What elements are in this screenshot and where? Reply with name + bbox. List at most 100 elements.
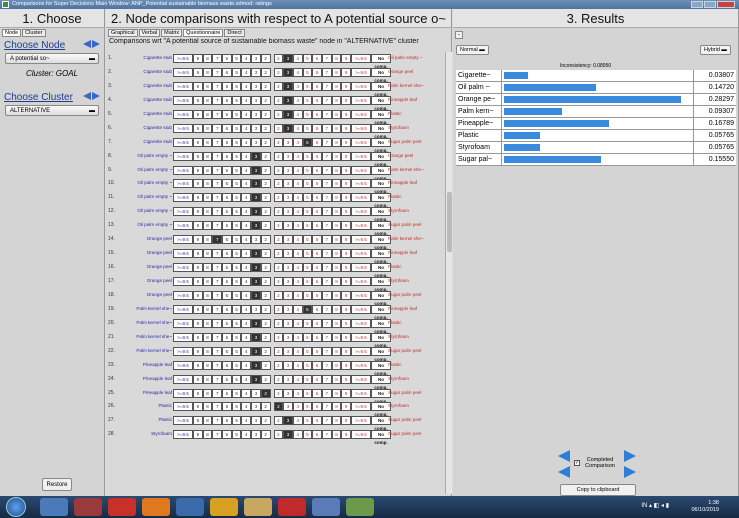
node-dropdown[interactable]: A potential so~ ▬ xyxy=(5,53,99,64)
scale-cell-left[interactable]: 8 xyxy=(202,304,213,314)
scale-cell-left[interactable]: 9 xyxy=(193,318,203,328)
taskbar-app-icon[interactable] xyxy=(74,498,102,516)
scale-cell-left[interactable]: 7 xyxy=(212,221,223,231)
scale-cell-right[interactable]: 3 xyxy=(283,402,293,412)
scale-cell-right[interactable]: 6 xyxy=(312,263,322,273)
scale-cell-right[interactable]: >=9.5 xyxy=(351,221,371,231)
scale-cell-left[interactable]: 3 xyxy=(251,81,261,91)
scale-cell-left[interactable]: 6 xyxy=(222,360,232,370)
scale-cell-right[interactable]: 9 xyxy=(341,318,351,328)
scale-cell-right[interactable]: 7 xyxy=(321,123,332,133)
scale-cell-right[interactable]: 3 xyxy=(283,67,293,77)
scale-cell-left[interactable]: 3 xyxy=(251,290,261,300)
scale-cell-right[interactable]: 5 xyxy=(302,207,313,217)
scale-cell-left[interactable]: 2 xyxy=(260,304,271,314)
scale-cell-right[interactable]: >=9.5 xyxy=(351,81,371,91)
scale-cell-left[interactable]: >=9.5 xyxy=(173,151,193,161)
scale-cell-left[interactable]: 7 xyxy=(212,332,223,342)
scale-cell-left[interactable]: 5 xyxy=(231,374,242,384)
scale-cell-left[interactable]: 8 xyxy=(202,249,213,259)
scale-cell-right[interactable]: 9 xyxy=(341,346,351,356)
scale-cell-right[interactable]: 2 xyxy=(273,235,284,245)
scale-cell-left[interactable]: 4 xyxy=(241,416,252,426)
scale-cell-left[interactable]: 6 xyxy=(222,277,232,286)
scale-cell-right[interactable]: 3 xyxy=(283,193,293,203)
scale-cell-left[interactable]: 3 xyxy=(251,95,261,105)
scale-cell-right[interactable]: 8 xyxy=(331,277,342,286)
scale-cell-left[interactable]: 7 xyxy=(212,263,223,273)
scale-cell-right[interactable]: 2 xyxy=(273,249,284,259)
scale-cell-left[interactable]: 3 xyxy=(251,402,261,412)
scale-cell-left[interactable]: >=9.5 xyxy=(173,346,193,356)
scale-cell-left[interactable]: 2 xyxy=(260,207,271,217)
scale-cell-right[interactable]: 4 xyxy=(292,402,303,412)
scale-cell-right[interactable]: 3 xyxy=(283,416,293,426)
scale-cell-right[interactable]: 7 xyxy=(321,360,332,370)
scale-cell-right[interactable]: 9 xyxy=(341,304,351,314)
scale-cell-right[interactable]: >=9.5 xyxy=(351,388,371,398)
scale-cell-left[interactable]: 2 xyxy=(260,360,271,370)
scale-cell-right[interactable]: 6 xyxy=(312,179,322,189)
scale-cell-right[interactable]: >=9.5 xyxy=(351,193,371,203)
scale-cell-right[interactable]: 7 xyxy=(321,137,332,147)
scale-cell-left[interactable]: 4 xyxy=(241,332,252,342)
scale-cell-right[interactable]: 7 xyxy=(321,290,332,300)
scale-cell-right[interactable]: 7 xyxy=(321,277,332,286)
scale-cell-right[interactable]: 2 xyxy=(273,165,284,175)
scale-cell-right[interactable]: 8 xyxy=(331,430,342,440)
scale-cell-left[interactable]: 3 xyxy=(251,416,261,426)
copy-to-clipboard-button[interactable]: Copy to clipboard xyxy=(560,484,636,496)
scale-cell-left[interactable]: >=9.5 xyxy=(173,332,193,342)
scale-cell-right[interactable]: 8 xyxy=(331,332,342,342)
scale-cell-left[interactable]: 5 xyxy=(231,235,242,245)
scale-cell-right[interactable]: 4 xyxy=(292,388,303,398)
scale-cell-left[interactable]: 5 xyxy=(231,67,242,77)
scale-cell-left[interactable]: 2 xyxy=(260,123,271,133)
scale-cell-left[interactable]: 7 xyxy=(212,360,223,370)
scale-cell-left[interactable]: 3 xyxy=(251,430,261,440)
taskbar-folder-icon[interactable] xyxy=(244,498,272,516)
scale-cell-left[interactable]: 6 xyxy=(222,123,232,133)
scale-cell-left[interactable]: 6 xyxy=(222,332,232,342)
scale-cell-right[interactable]: 7 xyxy=(321,179,332,189)
scale-cell-right[interactable]: 8 xyxy=(331,263,342,273)
scale-cell-right[interactable]: 9 xyxy=(341,374,351,384)
scale-cell-left[interactable]: 4 xyxy=(241,221,252,231)
scale-cell-left[interactable]: 5 xyxy=(231,151,242,161)
arrow-left-icon[interactable] xyxy=(83,40,91,48)
scale-cell-left[interactable]: 6 xyxy=(222,374,232,384)
scale-cell-right[interactable]: 6 xyxy=(312,290,322,300)
scale-cell-right[interactable]: 3 xyxy=(283,360,293,370)
scale-cell-left[interactable]: 2 xyxy=(260,235,271,245)
scale-cell-right[interactable]: 5 xyxy=(302,318,313,328)
scale-cell-right[interactable]: 8 xyxy=(331,109,342,119)
scale-cell-left[interactable]: 2 xyxy=(260,318,271,328)
taskbar-network-icon[interactable] xyxy=(312,498,340,516)
scale-cell-left[interactable]: 9 xyxy=(193,332,203,342)
scale-cell-right[interactable]: 4 xyxy=(292,123,303,133)
taskbar-pdf-icon[interactable] xyxy=(108,498,136,516)
scale-cell-right[interactable]: 2 xyxy=(273,277,284,286)
scale-cell-left[interactable]: 6 xyxy=(222,318,232,328)
scale-cell-right[interactable]: 6 xyxy=(312,318,322,328)
scale-cell-right[interactable]: 5 xyxy=(302,165,313,175)
scale-cell-right[interactable]: >=9.5 xyxy=(351,109,371,119)
scale-cell-right[interactable]: 4 xyxy=(292,54,303,63)
scale-cell-right[interactable]: 9 xyxy=(341,193,351,203)
scale-cell-left[interactable]: 3 xyxy=(251,67,261,77)
scale-cell-left[interactable]: 9 xyxy=(193,81,203,91)
scale-cell-right[interactable]: 8 xyxy=(331,318,342,328)
scale-cell-left[interactable]: 2 xyxy=(260,179,271,189)
scale-cell-right[interactable]: 4 xyxy=(292,179,303,189)
scale-cell-left[interactable]: 5 xyxy=(231,165,242,175)
scale-cell-right[interactable]: >=9.5 xyxy=(351,402,371,412)
normal-mode-dropdown[interactable]: Normal ▬ xyxy=(456,45,489,55)
scale-cell-right[interactable]: 9 xyxy=(341,54,351,63)
scale-cell-left[interactable]: 9 xyxy=(193,54,203,63)
scale-cell-right[interactable]: 7 xyxy=(321,235,332,245)
scale-cell-left[interactable]: >=9.5 xyxy=(173,388,193,398)
scale-cell-right[interactable]: 7 xyxy=(321,304,332,314)
scale-cell-right[interactable]: 9 xyxy=(341,207,351,217)
arrow-up-right-icon[interactable] xyxy=(624,450,636,462)
scale-cell-left[interactable]: 5 xyxy=(231,360,242,370)
